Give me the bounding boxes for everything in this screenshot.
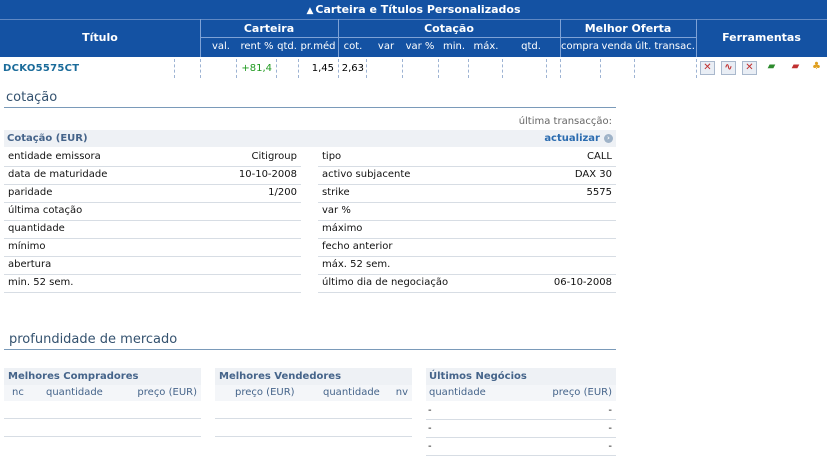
sellers-title: Melhores Vendedores — [219, 371, 342, 382]
trades-col-preco: preço (EUR) — [552, 387, 612, 398]
col-qtd[interactable]: qtd. — [276, 40, 298, 54]
cotacao-section-title: cotação — [6, 90, 58, 105]
col-rent[interactable]: rent % — [238, 40, 276, 54]
cot-value: 2,63 — [341, 63, 364, 74]
cotacao-left-field-label: abertura — [8, 259, 52, 270]
col-max[interactable]: máx. — [470, 40, 502, 54]
cotacao-right-field-label: máximo — [322, 223, 363, 234]
col-var[interactable]: var — [374, 40, 398, 54]
trades-col-quantidade: quantidade — [429, 387, 486, 398]
portfolio-title-bar[interactable]: ▲ Carteira e Títulos Personalizados — [0, 0, 827, 19]
sellers-col-nv: nv — [395, 387, 408, 398]
alert-bell-icon[interactable]: ♣ — [809, 61, 824, 75]
buyers-col-nc: nc — [12, 387, 24, 398]
row-divider — [318, 202, 616, 203]
buyers-col-quantidade: quantidade — [46, 387, 103, 398]
buyers-col-header: nc quantidade preço (EUR) — [4, 385, 201, 401]
row-divider — [4, 238, 301, 239]
cotacao-left-field-label: quantidade — [8, 223, 65, 234]
cotacao-left-field-label: min. 52 sem. — [8, 277, 74, 288]
row-divider — [318, 166, 616, 167]
portfolio-title: Carteira e Títulos Personalizados — [315, 3, 521, 16]
cotacao-left-field-value: Citigroup — [251, 151, 297, 162]
cotacao-right-field-value: CALL — [587, 151, 612, 162]
row-divider — [4, 256, 301, 257]
triangle-up-icon: ▲ — [306, 6, 314, 16]
depth-section-title: profundidade de mercado — [9, 332, 178, 347]
portfolio-header: Título Carteira Cotação Melhor Oferta Fe… — [0, 19, 827, 57]
trades-title: Últimos Negócios — [429, 371, 527, 382]
cotacao-right-field-label: var % — [322, 205, 351, 216]
group-melhor-oferta: Melhor Oferta — [584, 22, 672, 35]
row-divider — [4, 202, 301, 203]
cotacao-left-field-value: 10-10-2008 — [238, 169, 297, 180]
col-qtd-cotacao[interactable]: qtd. — [516, 40, 546, 54]
cotacao-box-title: Cotação (EUR) — [7, 133, 88, 144]
trades-header: Últimos Negócios — [426, 368, 616, 385]
cotacao-right-field-value: 5575 — [586, 187, 612, 198]
col-ult-transac[interactable]: últ. transac. — [634, 40, 696, 54]
row-divider — [318, 292, 616, 293]
trade-price: - — [608, 405, 612, 416]
row-divider — [318, 274, 616, 275]
col-prmed[interactable]: pr.méd — [298, 40, 338, 54]
col-var-percent[interactable]: var % — [402, 40, 438, 54]
col-venda[interactable]: venda — [600, 40, 634, 54]
group-cotacao: Cotação — [424, 22, 474, 35]
portfolio-row: DCKO5575CT +81,4 1,45 2,63 ✕ ∿ ✕ ▰ ▰ ♣ — [0, 57, 827, 80]
refresh-icon[interactable]: › — [604, 134, 613, 143]
row-divider — [4, 220, 301, 221]
remove-icon[interactable]: ✕ — [700, 61, 715, 75]
folder-move-icon[interactable]: ▰ — [788, 61, 803, 75]
sellers-col-preco: preço (EUR) — [235, 387, 295, 398]
row-divider — [318, 220, 616, 221]
sellers-col-quantidade: quantidade — [323, 387, 380, 398]
col-compra[interactable]: compra — [560, 40, 600, 54]
buyers-col-preco: preço (EUR) — [137, 387, 197, 398]
row-divider — [426, 437, 616, 438]
col-min[interactable]: min. — [440, 40, 468, 54]
prmed-value: 1,45 — [311, 63, 334, 74]
col-val[interactable]: val. — [206, 40, 236, 54]
col-ferramentas: Ferramentas — [722, 31, 801, 44]
col-cot[interactable]: cot. — [340, 40, 366, 54]
cotacao-right-field-value: 06-10-2008 — [553, 277, 612, 288]
sellers-col-header: preço (EUR) quantidade nv — [215, 385, 412, 401]
cotacao-right-field-label: fecho anterior — [322, 241, 393, 252]
chart-icon[interactable]: ∿ — [721, 61, 736, 75]
sellers-header: Melhores Vendedores — [215, 368, 412, 385]
cotacao-left-field-value: 1/200 — [268, 187, 297, 198]
cotacao-left-field-label: mínimo — [8, 241, 46, 252]
row-divider — [318, 184, 616, 185]
row-divider — [4, 166, 301, 167]
row-divider — [4, 184, 301, 185]
buyers-title: Melhores Compradores — [8, 371, 139, 382]
cotacao-right-field-label: máx. 52 sem. — [322, 259, 391, 270]
col-titulo[interactable]: Título — [0, 30, 200, 46]
folder-add-icon[interactable]: ▰ — [764, 61, 779, 75]
ultima-transaccao-label: última transacção: — [518, 116, 612, 127]
rent-value: +81,4 — [241, 63, 272, 74]
row-divider — [4, 274, 301, 275]
cotacao-box-header: Cotação (EUR) actualizar › — [4, 130, 616, 147]
buyers-header: Melhores Compradores — [4, 368, 201, 385]
refresh-link[interactable]: actualizar — [544, 130, 600, 147]
delete-icon[interactable]: ✕ — [742, 61, 757, 75]
ticker-link[interactable]: DCKO5575CT — [3, 57, 79, 80]
trade-price: - — [608, 441, 612, 452]
row-divider — [426, 419, 616, 420]
trade-price: - — [608, 423, 612, 434]
cotacao-right-field-value: DAX 30 — [574, 169, 612, 180]
row-divider — [318, 256, 616, 257]
trades-col-header: quantidade preço (EUR) — [426, 385, 616, 401]
group-carteira: Carteira — [243, 22, 295, 35]
row-divider — [4, 292, 301, 293]
cotacao-left-field-label: última cotação — [8, 205, 83, 216]
row-divider — [318, 238, 616, 239]
